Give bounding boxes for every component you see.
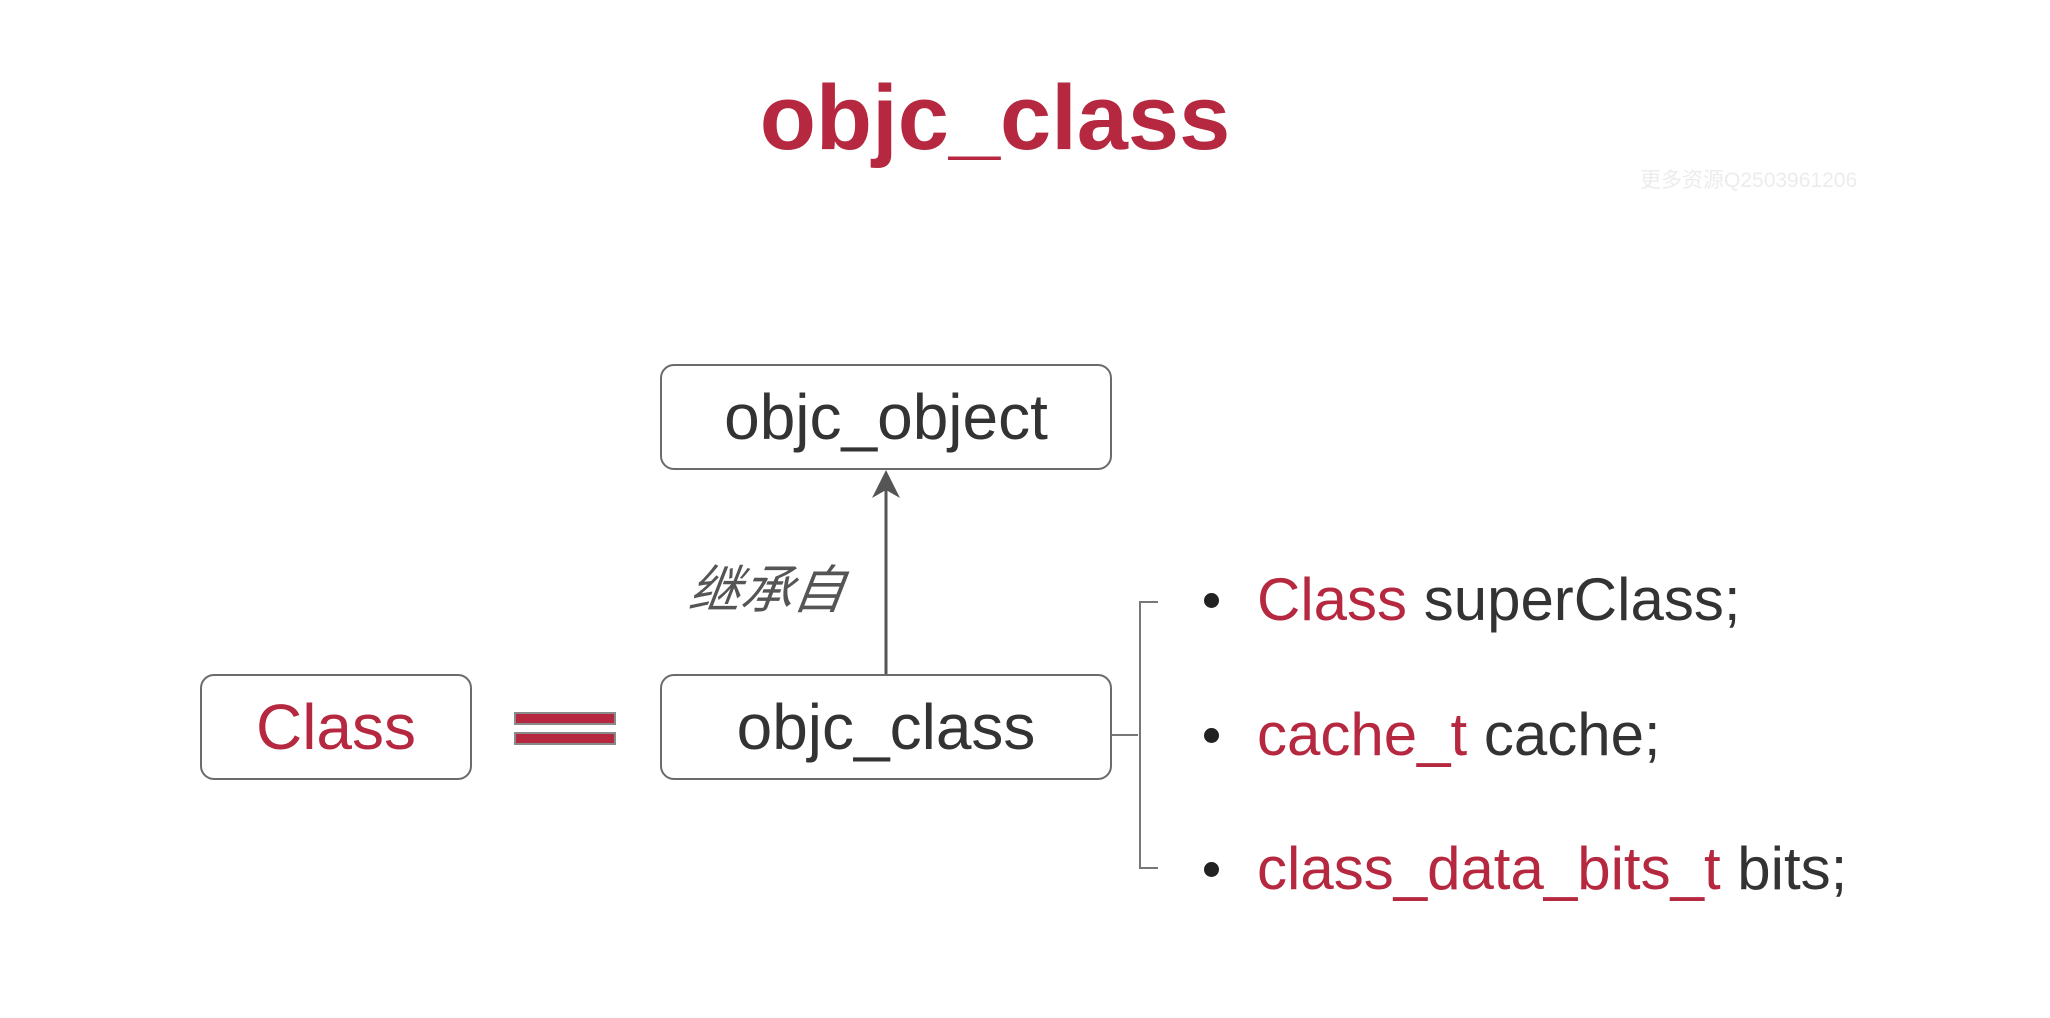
slide: objc_class 更多资源Q2503961206 objc_object 继… [0,0,2050,1018]
member-type: class_data_bits_t [1257,835,1721,902]
bullet-icon [1204,861,1219,877]
watermark: 更多资源Q2503961206 [1640,169,1858,192]
member-item: Class superClass; [1200,565,1741,635]
member-name: bits; [1720,835,1848,902]
class-label: Class [255,691,417,763]
class-box: Class [200,674,472,780]
inheritance-label: 继承自 [685,561,850,621]
objc-object-label: objc_object [724,381,1048,453]
member-item: cache_t cache; [1200,700,1661,770]
bullet-icon [1204,727,1219,743]
bullet-icon [1204,592,1219,608]
objc-class-label: objc_class [736,691,1036,763]
member-name: superClass; [1407,566,1741,633]
members-brace [1139,601,1158,869]
slide-title: objc_class [759,67,1231,169]
member-type: cache_t [1257,701,1468,768]
member-name: cache; [1467,701,1661,768]
objc-object-box: objc_object [660,364,1112,470]
objc-class-box: objc_class [660,674,1112,780]
equals-bar-top [514,712,616,725]
equals-bar-bottom [514,732,616,745]
member-item: class_data_bits_t bits; [1200,834,1847,904]
inheritance-arrowhead [872,470,900,498]
member-type: Class [1257,566,1408,633]
